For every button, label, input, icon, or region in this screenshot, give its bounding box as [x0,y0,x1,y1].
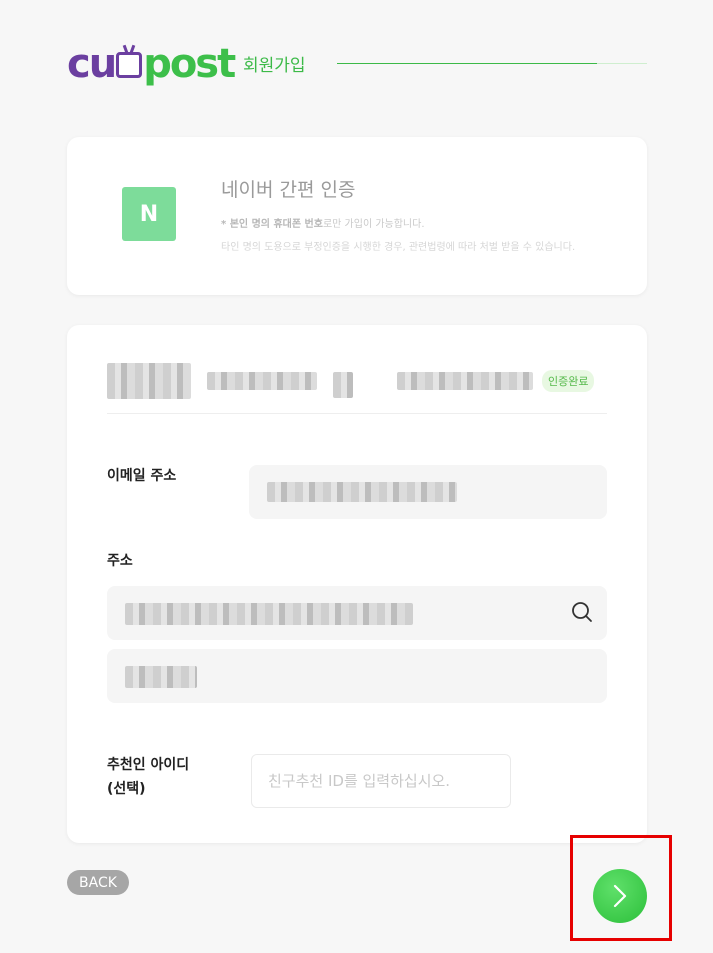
progress-line [337,63,597,64]
logo-box-icon [116,52,143,78]
email-field[interactable] [249,465,607,519]
signup-form-card: 인증완료 이메일 주소 주소 추천인 아이디 (선택) [67,325,647,843]
address-detail-field[interactable] [107,649,607,703]
naver-note-rest: 로만 가입이 가능합니다. [322,219,425,230]
email-label: 이메일 주소 [107,468,177,484]
verified-badge: 인증완료 [542,370,595,392]
naver-logo-icon: N [122,187,176,241]
header: cu post 회원가입 [67,38,647,88]
recommend-label-line1: 추천인 아이디 [107,757,190,773]
naver-auth-title: 네이버 간편 인증 [221,179,356,201]
highlight-box [570,835,672,941]
cupost-logo[interactable]: cu post [67,38,236,87]
naver-auth-warning: 타인 명의 도용으로 부정인증을 시행한 경우, 관련법령에 따라 처벌 받을 … [221,242,576,253]
naver-auth-card[interactable]: N 네이버 간편 인증 * 본인 명의 휴대폰 번호로만 가입이 가능합니다. … [67,137,647,295]
address-value-redacted [125,603,413,625]
verified-info-redacted [333,372,353,398]
progress-line-remaining [597,63,647,64]
verified-phone-redacted [207,372,317,390]
recommend-label-line2: (선택) [107,781,146,797]
naver-auth-note: * 본인 명의 휴대폰 번호로만 가입이 가능합니다. [221,215,425,230]
page-title: 회원가입 [243,56,306,76]
logo-post-text: post [143,41,236,87]
back-button[interactable]: BACK [67,870,129,895]
recommend-label: 추천인 아이디 (선택) [107,753,189,801]
logo-cu-text: cu [67,41,117,87]
address-detail-redacted [125,666,197,688]
recommend-id-input[interactable] [251,754,511,808]
search-icon[interactable] [571,601,593,623]
address-field[interactable] [107,586,607,640]
email-value-redacted [267,482,457,502]
address-label: 주소 [107,553,133,569]
divider [107,413,607,414]
verified-detail-redacted [397,372,533,390]
naver-note-bold: * 본인 명의 휴대폰 번호 [221,219,323,230]
verified-name-redacted [107,363,191,399]
